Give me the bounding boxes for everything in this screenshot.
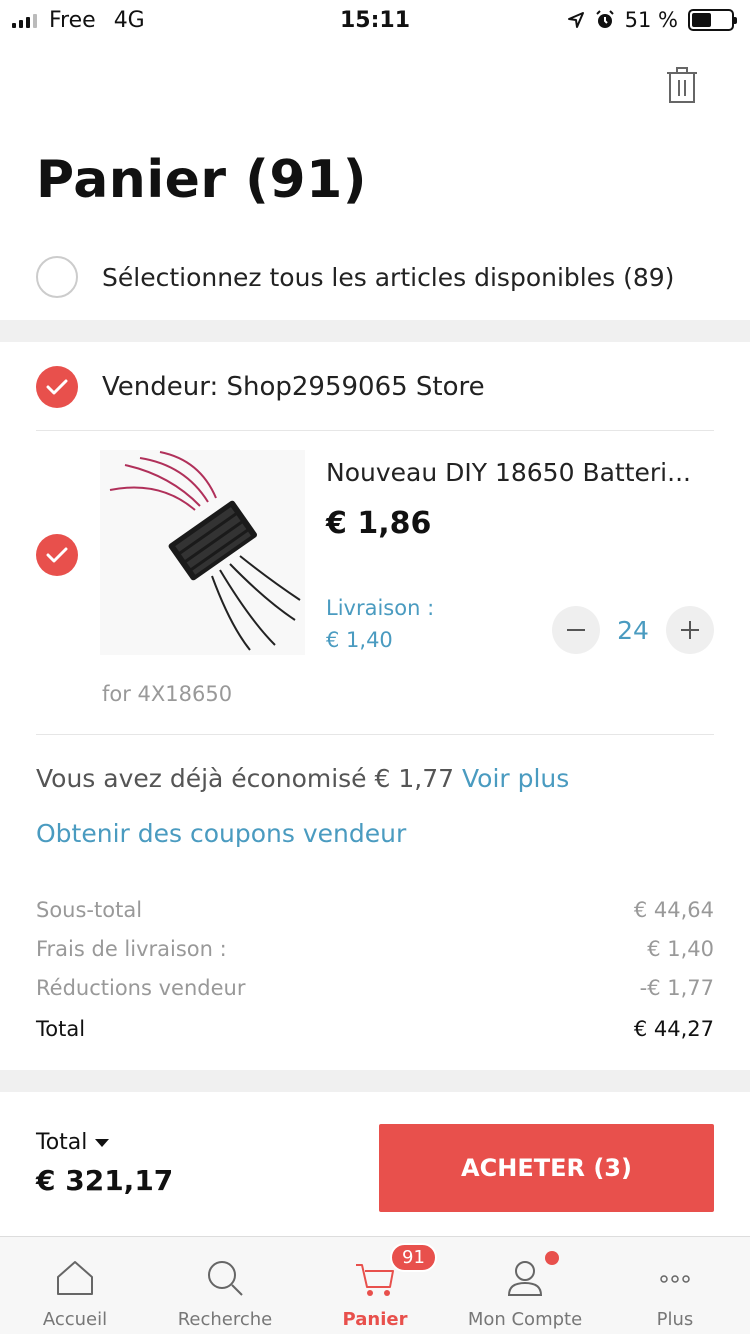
buy-button[interactable]: ACHETER (3) [379,1124,714,1212]
caret-down-icon [95,1138,110,1147]
store-total-value: € 44,27 [633,1017,714,1041]
store-total-row: Total € 44,27 [36,1017,714,1041]
seller-coupons-link[interactable]: Obtenir des coupons vendeur [36,819,406,848]
item-title[interactable]: Nouveau DIY 18650 Batteri... [326,458,706,487]
discount-row: Réductions vendeur -€ 1,77 [36,976,714,1000]
tab-label: Panier [342,1309,408,1330]
shipping-fee-row: Frais de livraison : € 1,40 [36,937,714,961]
total-dropdown[interactable]: Total [36,1130,110,1155]
select-all-checkbox[interactable] [36,256,78,298]
total-label: Total [36,1130,88,1155]
store-total-label: Total [36,1017,86,1041]
quantity-stepper: 24 [552,606,714,654]
section-separator [0,1070,750,1092]
seller-checkbox[interactable] [36,366,78,408]
tab-label: Recherche [177,1309,273,1330]
shipping-fee-value: € 1,40 [647,937,714,961]
tab-home[interactable]: Accueil [0,1237,150,1334]
location-icon [567,12,584,28]
item-price: € 1,86 [326,506,432,541]
page-title: Panier (91) [36,150,368,210]
product-image[interactable] [100,450,305,655]
section-separator [0,320,750,342]
subtotal-value: € 44,64 [633,898,714,922]
tab-bar: Accueil Recherche 91 Panier Mon Compte P… [0,1236,750,1334]
see-more-link[interactable]: Voir plus [462,764,569,793]
discount-label: Réductions vendeur [36,976,246,1000]
subtotal-label: Sous-total [36,898,143,922]
user-icon [507,1261,543,1296]
divider [36,734,714,735]
more-icon [660,1275,690,1283]
cart-icon [356,1264,394,1296]
discount-value: -€ 1,77 [639,976,714,1000]
battery-icon [688,9,737,31]
battery-percent: 51 % [624,8,678,32]
select-all-row[interactable]: Sélectionnez tous les articles disponibl… [36,256,674,298]
grand-total: € 321,17 [36,1164,174,1197]
subtotal-row: Sous-total € 44,64 [36,898,714,922]
tab-account[interactable]: Mon Compte [450,1237,600,1334]
divider [36,430,714,431]
notification-dot [545,1251,559,1265]
alarm-icon [595,10,614,28]
tab-label: Accueil [42,1309,108,1330]
shipping-label: Livraison : [326,596,435,620]
tab-search[interactable]: Recherche [150,1237,300,1334]
trash-icon[interactable] [664,65,700,105]
tab-label: Mon Compte [467,1309,583,1330]
tab-more[interactable]: Plus [600,1237,750,1334]
savings-row: Vous avez déjà économisé € 1,77 Voir plu… [36,764,569,793]
savings-text: Vous avez déjà économisé € 1,77 [36,764,455,793]
item-shipping: Livraison : € 1,40 [326,592,434,656]
seller-row[interactable]: Vendeur: Shop2959065 Store [36,366,485,408]
search-icon [208,1261,243,1296]
quantity-value[interactable]: 24 [600,616,666,645]
shipping-fee-label: Frais de livraison : [36,937,227,961]
tab-label: Plus [656,1309,694,1330]
plus-icon [681,621,699,639]
increase-button[interactable] [666,606,714,654]
home-icon [57,1261,93,1295]
shipping-value: € 1,40 [326,628,393,652]
seller-name: Vendeur: Shop2959065 Store [102,372,485,402]
item-variant: for 4X18650 [102,682,233,706]
tab-cart[interactable]: 91 Panier [300,1237,450,1334]
check-icon [46,379,68,395]
status-bar: Free 4G 15:11 51 % [0,0,750,40]
check-icon [46,547,68,563]
select-all-label: Sélectionnez tous les articles disponibl… [102,262,675,292]
item-checkbox[interactable] [36,534,78,576]
decrease-button[interactable] [552,606,600,654]
minus-icon [567,629,585,631]
cart-count-badge: 91 [390,1243,437,1272]
